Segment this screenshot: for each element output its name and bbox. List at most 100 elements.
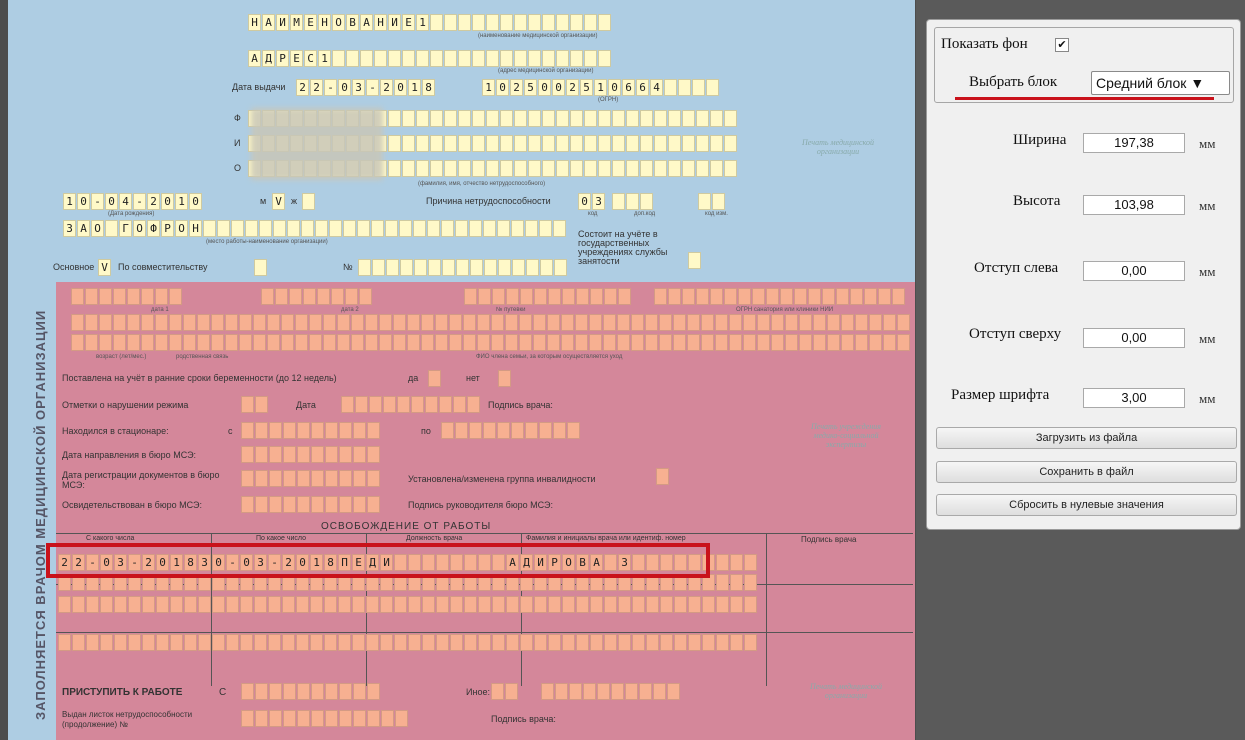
form-cell	[253, 334, 266, 351]
form-cell	[618, 596, 631, 613]
form-cell	[766, 288, 779, 305]
form-cell	[170, 634, 183, 651]
form-cell	[402, 135, 415, 152]
form-cell	[400, 259, 413, 276]
form-cell	[255, 470, 268, 487]
form-cell	[710, 135, 723, 152]
form-cell	[394, 634, 407, 651]
form-cell	[855, 334, 868, 351]
form-cell	[86, 634, 99, 651]
form-cell: 0	[608, 79, 621, 96]
form-cell: -	[133, 193, 146, 210]
form-cell	[226, 596, 239, 613]
form-cell	[407, 314, 420, 331]
offset-top-input[interactable]: 0,00	[1083, 328, 1185, 348]
form-cell: М	[290, 14, 303, 31]
form-cell	[268, 634, 281, 651]
form-cell	[864, 288, 877, 305]
form-cell: Р	[276, 50, 289, 67]
form-cell: -	[324, 79, 337, 96]
fio-caption: (фамилия, имя, отчество нетрудоспособног…	[418, 181, 546, 187]
form-cell	[339, 470, 352, 487]
form-cell: 2	[147, 193, 160, 210]
form-cell	[353, 470, 366, 487]
form-cell	[71, 314, 84, 331]
age-caption: возраст (лет/мес.)	[96, 354, 147, 360]
hospital-label: Находился в стационаре:	[62, 426, 169, 436]
form-cell: И	[276, 14, 289, 31]
form-cell	[269, 470, 282, 487]
form-cell	[339, 710, 352, 727]
form-cell	[245, 220, 258, 237]
form-cell: 0	[105, 193, 118, 210]
form-cell	[556, 14, 569, 31]
form-cell	[241, 710, 254, 727]
font-size-input[interactable]: 3,00	[1083, 388, 1185, 408]
form-cell	[505, 683, 518, 700]
block-select[interactable]: Средний блок ▼	[1091, 71, 1230, 95]
stamp-area-1: Печать медицинской организации	[802, 138, 874, 156]
no-cell	[498, 370, 512, 387]
form-cell	[325, 470, 338, 487]
issue-date-label: Дата выдачи	[232, 82, 286, 92]
form-cell	[486, 110, 499, 127]
reset-values-button[interactable]: Сбросить в нулевые значения	[936, 494, 1237, 516]
pregnancy-label: Поставлена на учёт в ранние сроки береме…	[62, 373, 337, 383]
form-cell	[486, 160, 499, 177]
form-cell	[640, 110, 653, 127]
form-cell	[379, 314, 392, 331]
addcode-caption: доп.код	[634, 211, 656, 217]
form-cell	[408, 634, 421, 651]
form-cell	[618, 288, 631, 305]
height-input[interactable]: 103,98	[1083, 195, 1185, 215]
width-input[interactable]: 197,38	[1083, 133, 1185, 153]
form-cell	[724, 160, 737, 177]
form-cell	[603, 334, 616, 351]
display-options-box: Показать фон ✔ Выбрать блок Средний блок…	[934, 27, 1234, 103]
form-cell	[128, 634, 141, 651]
form-cell	[646, 634, 659, 651]
release-row3-cells	[58, 634, 758, 651]
form-cell	[367, 422, 380, 439]
form-cell	[353, 422, 366, 439]
save-to-file-button[interactable]: Сохранить в файл	[936, 461, 1237, 483]
form-cell	[267, 314, 280, 331]
form-cell	[534, 288, 547, 305]
form-cell	[696, 160, 709, 177]
form-cell	[183, 334, 196, 351]
form-cell: А	[248, 50, 261, 67]
form-cell	[813, 334, 826, 351]
form-cell	[267, 334, 280, 351]
mse-examined-label: Освидетельствован в бюро МСЭ:	[62, 500, 202, 510]
form-cell	[692, 79, 705, 96]
form-cell	[198, 596, 211, 613]
form-cell	[393, 334, 406, 351]
offset-left-input[interactable]: 0,00	[1083, 261, 1185, 281]
part-time-label: По совместительству	[118, 262, 208, 272]
form-cell	[696, 110, 709, 127]
form-cell	[155, 314, 168, 331]
show-background-checkbox[interactable]: ✔	[1055, 38, 1069, 52]
form-cell	[757, 314, 770, 331]
form-cell	[444, 160, 457, 177]
form-cell	[239, 334, 252, 351]
form-cell	[500, 135, 513, 152]
form-cell	[296, 596, 309, 613]
form-cell	[511, 220, 524, 237]
continued-number-cells	[241, 710, 409, 727]
form-cell: -	[91, 193, 104, 210]
form-cell	[730, 574, 743, 591]
form-cell	[416, 50, 429, 67]
load-from-file-button[interactable]: Загрузить из файла	[936, 427, 1237, 449]
form-cell	[353, 496, 366, 513]
form-cell	[492, 634, 505, 651]
form-cell	[897, 314, 910, 331]
form-cell	[512, 259, 525, 276]
form-cell	[301, 220, 314, 237]
form-cell	[660, 596, 673, 613]
form-cell	[548, 596, 561, 613]
form-cell	[464, 634, 477, 651]
form-cell	[421, 334, 434, 351]
yes-cell	[428, 370, 442, 387]
form-cell	[604, 288, 617, 305]
